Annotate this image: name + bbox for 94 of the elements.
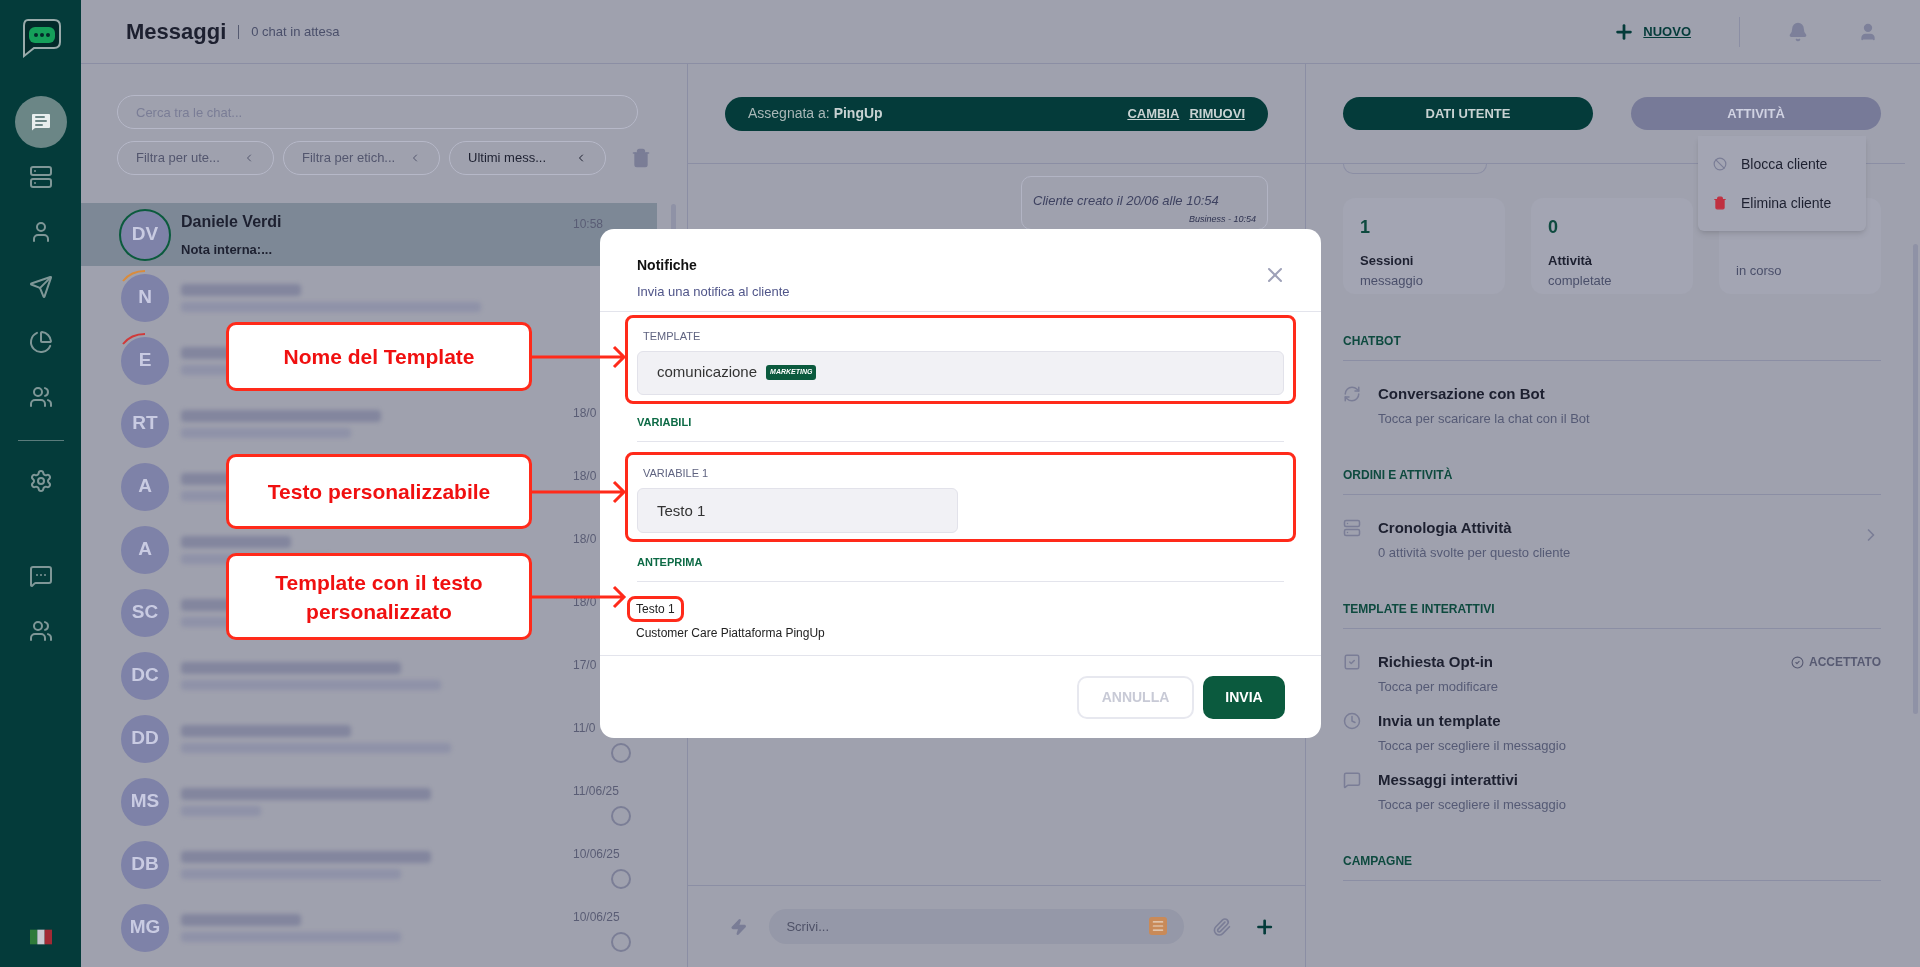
chat-time: 18/0: [573, 468, 597, 485]
variable-field[interactable]: Testo 1: [637, 487, 958, 533]
avatar: DV: [121, 210, 169, 259]
row-title: Richiesta Opt-in: [1378, 652, 1494, 672]
trash-icon[interactable]: [631, 148, 651, 168]
bell-icon[interactable]: [1788, 21, 1808, 42]
row-title: Messaggi interattivi: [1378, 770, 1520, 790]
detail-row[interactable]: Cronologia Attività 0 attività svolte per questo cliente: [1343, 517, 1881, 562]
avatar: N: [121, 273, 169, 322]
panel-tab[interactable]: DATI UTENTE: [1343, 97, 1593, 130]
row-subtitle: Tocca per modificare: [1378, 677, 1499, 696]
list-icon: [1343, 519, 1361, 537]
page-title: Messaggi: [126, 18, 227, 46]
section-heading: ORDINI E ATTIVITÀ: [1343, 466, 1881, 495]
annotation-callout: Template con il testo personalizzato: [226, 553, 532, 640]
avatar: SC: [121, 588, 169, 637]
send-icon: [28, 275, 53, 299]
section-heading: VARIABILI: [637, 413, 1284, 442]
clock-icon: [1343, 712, 1361, 730]
contact-name: Daniele Verdi: [181, 211, 283, 232]
assignment-link[interactable]: RIMUOVI: [1189, 103, 1245, 124]
flag-icon[interactable]: [29, 929, 52, 945]
preview-text: Customer Care Piattaforma PingUp: [636, 625, 825, 642]
chat-time: 10/06/25: [573, 846, 620, 863]
message-text: Cliente creato il 20/06 alle 10:54: [1033, 192, 1220, 210]
modal-subtitle: Invia una notifica al cliente: [637, 283, 790, 301]
row-title: Cronologia Attività: [1378, 518, 1513, 538]
trash-icon: [1713, 196, 1727, 210]
send-button[interactable]: INVIA: [1203, 675, 1285, 719]
stat-value: 0: [1548, 216, 1559, 239]
stat-label: Attività: [1548, 252, 1594, 270]
row-subtitle: Tocca per scaricare la chat con il Bot: [1378, 409, 1591, 428]
status-label: ACCETTATO: [1791, 653, 1881, 671]
list-icon: [28, 165, 53, 189]
lightning-icon[interactable]: [730, 917, 748, 936]
detail-row[interactable]: Richiesta Opt-in Tocca per modificare ACCETTATO: [1343, 651, 1881, 696]
avatar: A: [121, 525, 169, 574]
chat-time: 11/06/25: [573, 783, 619, 800]
field-label: TEMPLATE: [643, 329, 702, 344]
ban-icon: [1713, 157, 1727, 171]
progress-arc: [121, 332, 147, 345]
annotation-callout: Nome del Template: [226, 322, 532, 391]
menu-item[interactable]: Blocca cliente: [1713, 153, 1866, 175]
row-title: Conversazione con Bot: [1378, 384, 1546, 404]
progress-arc: [121, 269, 147, 282]
stat-sublabel: in corso: [1736, 262, 1783, 280]
stat-sublabel: completate: [1548, 271, 1613, 290]
row-subtitle: 0 attività svolte per questo cliente: [1378, 543, 1572, 562]
settings-icon: [28, 469, 53, 493]
field-label: VARIABILE 1: [643, 466, 710, 481]
avatar: DC: [121, 651, 169, 700]
stat-label: Sessioni: [1360, 252, 1415, 270]
stat-value: 1: [1360, 216, 1371, 239]
annotation-callout: Testo personalizzabile: [226, 454, 532, 529]
assignment-label: Assegnata a: PingUp: [748, 104, 883, 123]
chat-time: 11/0: [573, 720, 596, 737]
pie-chart-icon: [28, 330, 53, 354]
avatar: E: [121, 336, 169, 385]
chat-time: 17/0: [573, 657, 597, 674]
chat-time: 10/06/25: [573, 909, 620, 926]
waiting-count: 0 chat in attesa: [251, 22, 340, 41]
row-title: Invia un template: [1378, 711, 1502, 731]
section-heading: CHATBOT: [1343, 332, 1881, 361]
section-heading: TEMPLATE E INTERATTIVI: [1343, 600, 1881, 629]
section-heading: ANTEPRIMA: [637, 553, 1284, 582]
avatar: DB: [121, 840, 169, 889]
avatar: MG: [121, 903, 169, 952]
stat-sublabel: messaggio: [1360, 271, 1424, 290]
checkbox-icon: [1343, 653, 1361, 671]
user-icon[interactable]: [1858, 21, 1878, 42]
avatar: RT: [121, 399, 169, 448]
avatar: A: [121, 462, 169, 511]
avatar: MS: [121, 777, 169, 826]
menu-item[interactable]: Elimina cliente: [1713, 192, 1866, 214]
template-icon[interactable]: [1149, 917, 1168, 935]
paperclip-icon[interactable]: [1212, 916, 1232, 937]
chat-time: 18/0: [573, 531, 597, 548]
avatar: DD: [121, 714, 169, 763]
highlighted-preview-text: Testo 1: [627, 596, 684, 622]
message-input[interactable]: Scrivi...: [769, 909, 1185, 944]
message-meta: Business - 10:54: [1188, 212, 1256, 226]
chat-icon: [1343, 771, 1361, 789]
section-heading: CAMPAGNE: [1343, 852, 1881, 881]
chat-time: 18/0: [573, 405, 597, 422]
new-button[interactable]: NUOVO: [1613, 20, 1691, 43]
refresh-icon: [1343, 385, 1361, 403]
chat-bubble-icon: [28, 564, 53, 588]
message-preview: Nota interna:...: [181, 240, 273, 259]
users-icon: [28, 619, 53, 643]
assignment-link[interactable]: CAMBIA: [1127, 103, 1180, 124]
nav-button[interactable]: [14, 96, 67, 148]
detail-row[interactable]: Conversazione con Bot Tocca per scaricare la chat con il Bot: [1343, 383, 1881, 428]
users-icon: [28, 385, 53, 409]
check-circle-icon: [1791, 655, 1804, 669]
